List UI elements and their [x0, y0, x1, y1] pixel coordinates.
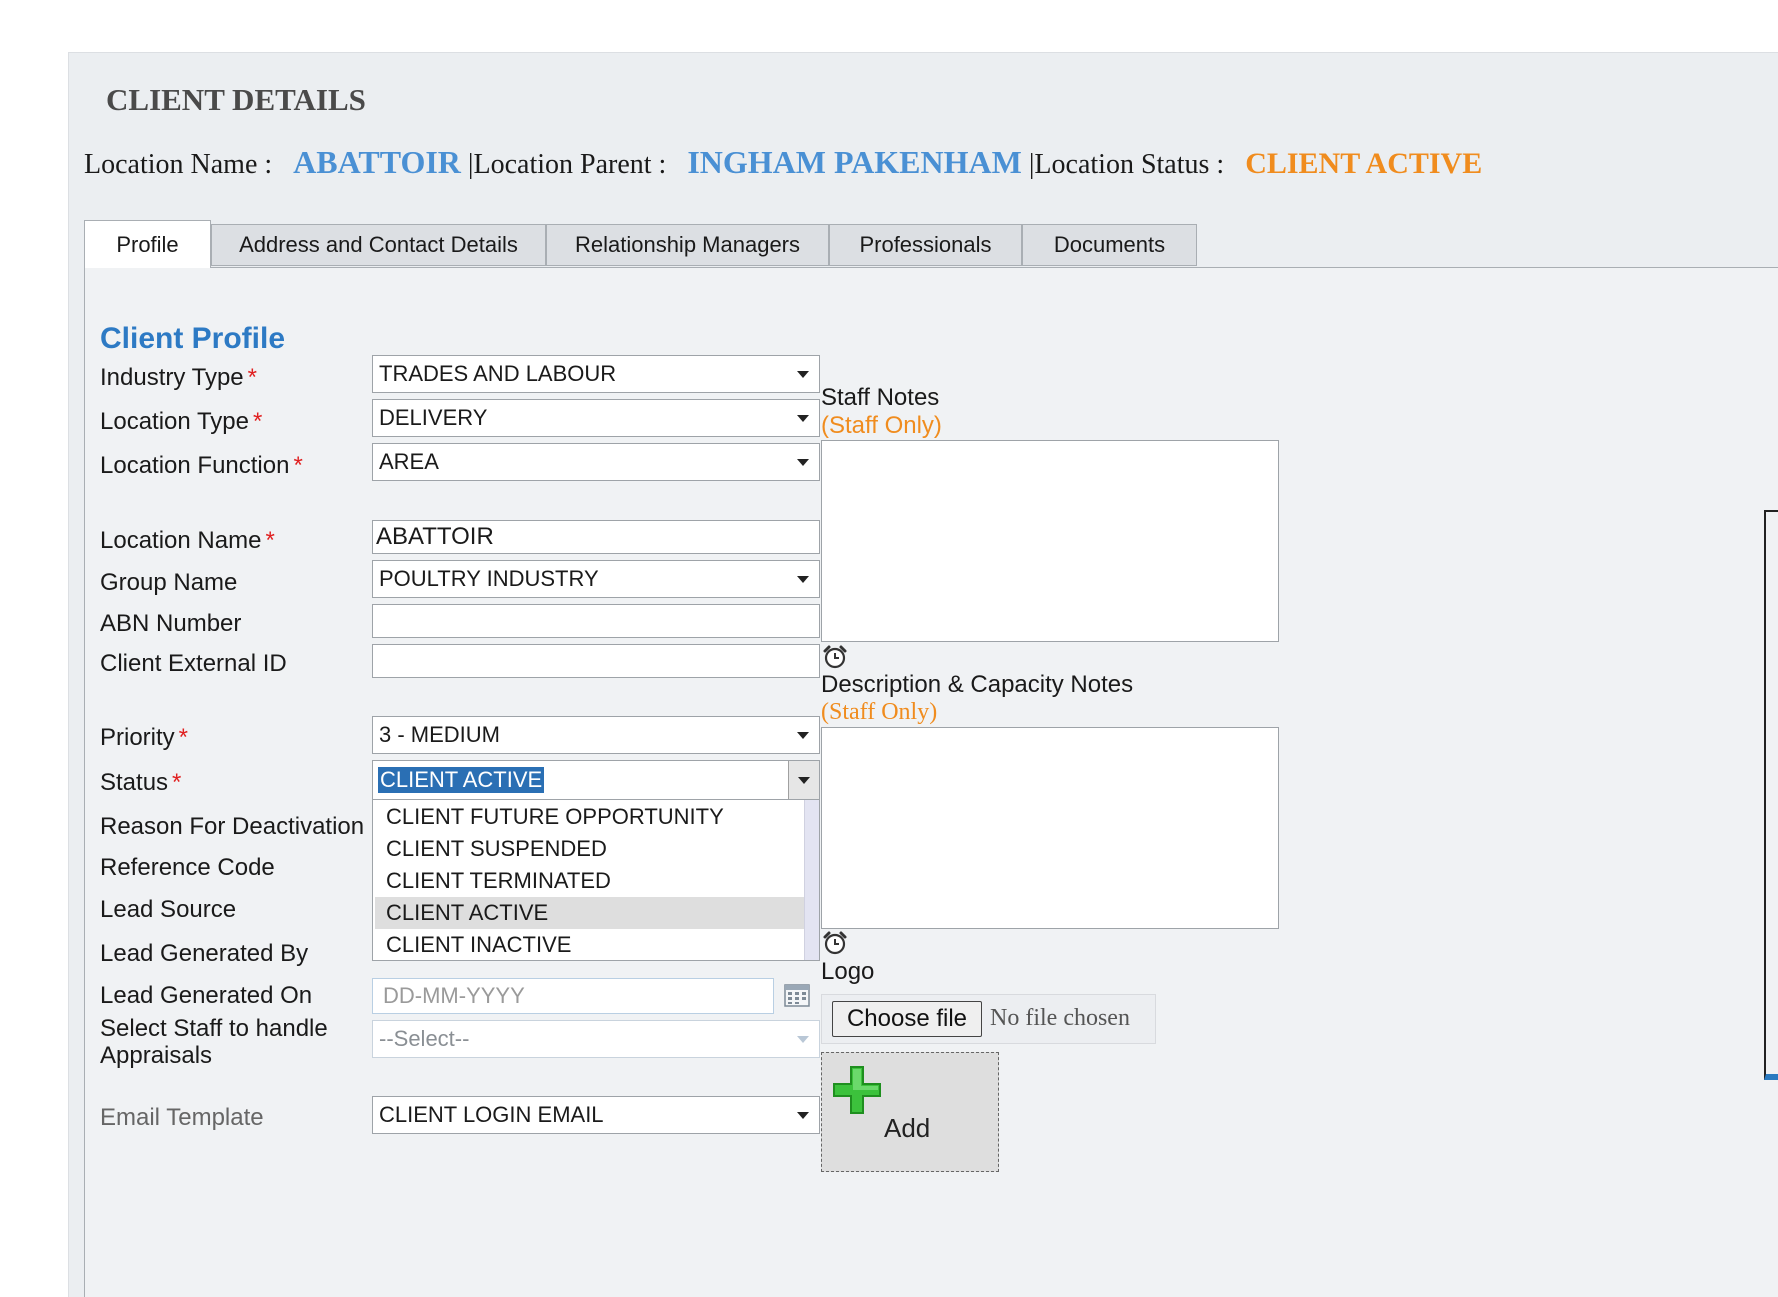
- status-select[interactable]: CLIENT ACTIVE: [372, 760, 820, 800]
- abn-number-label: ABN Number: [100, 610, 242, 637]
- section-title-client-profile: Client Profile: [100, 322, 286, 355]
- status-selected-text: CLIENT ACTIVE: [378, 767, 545, 793]
- logo-file-input: Choose file No file chosen: [821, 994, 1156, 1044]
- staff-notes-textarea[interactable]: [821, 440, 1279, 642]
- location-status-label: |Location Status :: [1028, 149, 1225, 180]
- location-type-select[interactable]: DELIVERY: [372, 399, 820, 437]
- side-panel-edge: [1764, 510, 1778, 1080]
- location-type-label: Location Type *: [100, 408, 263, 435]
- select-staff-select[interactable]: --Select--: [372, 1020, 820, 1058]
- tab-profile[interactable]: Profile: [84, 220, 211, 268]
- chevron-down-icon: [797, 576, 809, 583]
- location-name-input[interactable]: ABATTOIR: [372, 520, 820, 554]
- location-summary: Location Name : ABATTOIR |Location Paren…: [84, 144, 1482, 181]
- abn-number-input[interactable]: [372, 604, 820, 638]
- tab-professionals[interactable]: Professionals: [829, 224, 1022, 266]
- chevron-down-icon: [797, 371, 809, 378]
- reason-deactivation-label: Reason For Deactivation: [100, 813, 365, 840]
- no-file-chosen-text: No file chosen: [990, 1005, 1130, 1031]
- lead-source-label: Lead Source: [100, 896, 237, 923]
- description-notes-label: Description & Capacity Notes: [821, 671, 1134, 698]
- industry-type-label: Industry Type *: [100, 364, 257, 391]
- chevron-down-icon: [797, 732, 809, 739]
- status-option-active[interactable]: CLIENT ACTIVE: [375, 897, 805, 929]
- location-status-value: CLIENT ACTIVE: [1245, 147, 1483, 180]
- select-staff-label-line1: Select Staff to handle: [100, 1015, 328, 1042]
- description-notes-textarea[interactable]: [821, 727, 1279, 929]
- status-option-inactive[interactable]: CLIENT INACTIVE: [375, 929, 805, 961]
- status-dropdown-button[interactable]: [788, 761, 819, 799]
- email-template-label: Email Template: [100, 1104, 264, 1131]
- location-name-label: Location Name *: [100, 527, 275, 554]
- select-staff-label-line2: Appraisals: [100, 1042, 213, 1069]
- description-staff-only: (Staff Only): [821, 699, 938, 725]
- location-function-label: Location Function *: [100, 452, 303, 479]
- client-external-id-label: Client External ID: [100, 650, 287, 677]
- dropdown-scrollbar[interactable]: [804, 800, 819, 960]
- choose-file-button[interactable]: Choose file: [832, 1001, 982, 1037]
- lead-generated-on-input[interactable]: DD-MM-YYYY: [372, 978, 774, 1014]
- tab-documents[interactable]: Documents: [1022, 224, 1197, 266]
- alarm-clock-icon[interactable]: [822, 644, 848, 670]
- staff-notes-staff-only: (Staff Only): [821, 412, 942, 439]
- chevron-down-icon: [797, 1112, 809, 1119]
- location-name-label: Location Name :: [84, 149, 273, 180]
- priority-select[interactable]: 3 - MEDIUM: [372, 716, 820, 754]
- status-option-suspended[interactable]: CLIENT SUSPENDED: [375, 833, 805, 865]
- add-logo-button[interactable]: Add: [821, 1052, 999, 1172]
- status-option-future-opportunity[interactable]: CLIENT FUTURE OPPORTUNITY: [375, 801, 805, 833]
- industry-type-select[interactable]: TRADES AND LABOUR: [372, 355, 820, 393]
- tab-relationship-managers[interactable]: Relationship Managers: [546, 224, 829, 266]
- page-title: CLIENT DETAILS: [106, 82, 366, 117]
- location-function-select[interactable]: AREA: [372, 443, 820, 481]
- group-name-label: Group Name: [100, 569, 238, 596]
- status-dropdown-list: CLIENT FUTURE OPPORTUNITY CLIENT SUSPEND…: [372, 799, 820, 961]
- lead-generated-on-label: Lead Generated On: [100, 982, 313, 1009]
- client-external-id-input[interactable]: [372, 644, 820, 678]
- reference-code-label: Reference Code: [100, 854, 275, 881]
- chevron-down-icon: [798, 777, 810, 784]
- alarm-clock-icon[interactable]: [822, 930, 848, 956]
- tab-address-contact[interactable]: Address and Contact Details: [211, 224, 546, 266]
- lead-generated-by-label: Lead Generated By: [100, 940, 309, 967]
- chevron-down-icon: [797, 415, 809, 422]
- email-template-select[interactable]: CLIENT LOGIN EMAIL: [372, 1096, 820, 1134]
- staff-notes-label: Staff Notes: [821, 384, 940, 411]
- location-parent-label: |Location Parent :: [467, 149, 667, 180]
- green-plus-icon: [833, 1066, 881, 1114]
- chevron-down-icon: [797, 459, 809, 466]
- group-name-select[interactable]: POULTRY INDUSTRY: [372, 560, 820, 598]
- chevron-down-icon: [797, 1036, 809, 1043]
- location-parent-value: INGHAM PAKENHAM: [687, 144, 1022, 180]
- calendar-icon[interactable]: [784, 982, 810, 1008]
- status-option-terminated[interactable]: CLIENT TERMINATED: [375, 865, 805, 897]
- status-label: Status *: [100, 769, 182, 796]
- priority-label: Priority *: [100, 724, 189, 751]
- add-label: Add: [884, 1113, 931, 1143]
- logo-label: Logo: [821, 958, 875, 985]
- location-name-value: ABATTOIR: [293, 144, 461, 180]
